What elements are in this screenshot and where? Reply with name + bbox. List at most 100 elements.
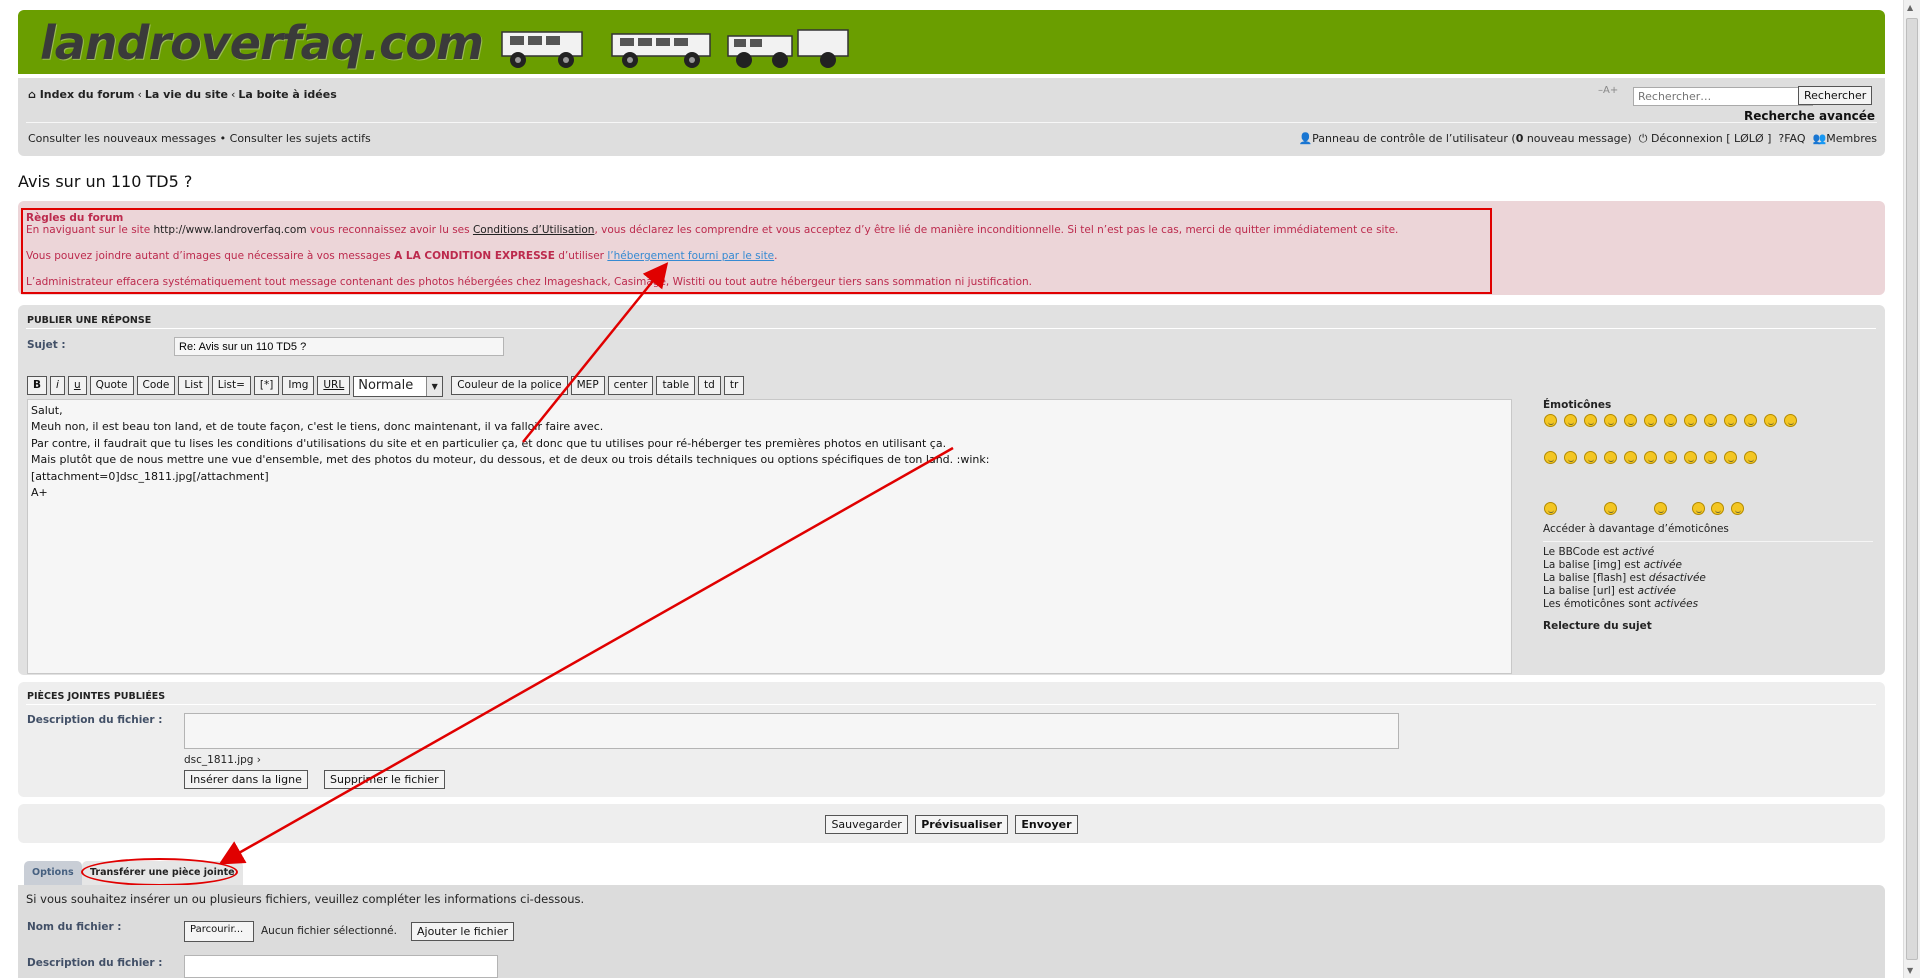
breadcrumb-forum-index[interactable]: Index du forum [40,88,135,101]
center-button[interactable]: center [607,376,654,395]
smiley-icon[interactable] [1724,414,1737,427]
code-button[interactable]: Code [136,376,176,395]
quote-button[interactable]: Quote [89,376,134,395]
smiley-icon[interactable] [1544,502,1557,515]
font-size-change-icon[interactable]: –A+ [1598,85,1618,96]
mep-button[interactable]: MEP [570,376,605,395]
status-value: activé [1622,546,1655,558]
smiley-icon[interactable] [1584,414,1597,427]
new-messages-link[interactable]: Consulter les nouveaux messages [28,132,216,145]
browse-button[interactable]: Parcourir... [184,921,254,942]
breadcrumb-site-life[interactable]: La vie du site [145,88,228,101]
subject-input[interactable] [174,337,504,356]
add-file-button[interactable]: Ajouter le fichier [411,922,514,941]
url-button[interactable]: URL [317,376,351,395]
land-rover-logo-1 [501,31,583,68]
user-control-panel-icon: 👤 [1298,132,1313,145]
img-button[interactable]: Img [282,376,315,395]
smiley-icon[interactable] [1604,414,1617,427]
upload-description-label: Description du fichier : [27,957,163,969]
breadcrumb-separator: ‹ [230,88,236,101]
bold-button[interactable]: B [27,376,48,395]
more-smilies-link[interactable]: Accéder à davantage d’émoticônes [1543,523,1729,535]
home-icon[interactable]: ⌂ [28,88,36,101]
logout-link[interactable]: Déconnexion [ LØLØ ] [1651,132,1771,145]
message-textarea[interactable]: Salut, Meuh non, il est beau ton land, e… [27,399,1512,674]
smiley-icon[interactable] [1744,451,1757,464]
smiley-icon[interactable] [1544,451,1557,464]
breadcrumb-ideas-box[interactable]: La boite à idées [238,88,336,101]
smiley-icon[interactable] [1624,451,1637,464]
advanced-search-link[interactable]: Recherche avancée [1744,109,1875,123]
smiley-icon[interactable] [1731,502,1744,515]
subject-label: Sujet : [27,339,66,351]
file-description-textarea[interactable] [184,713,1399,749]
table-button[interactable]: table [656,376,696,395]
smiley-icon[interactable] [1644,451,1657,464]
font-size-select[interactable]: Normale ▼ [353,376,444,397]
site-logo[interactable]: landroverfaq.com [40,20,484,66]
tab-options[interactable]: Options [24,861,82,885]
smiley-icon[interactable] [1684,414,1697,427]
smiley-icon[interactable] [1711,502,1724,515]
smiley-icon[interactable] [1644,414,1657,427]
navbar-divider [26,122,1877,123]
no-file-selected-text: Aucun fichier sélectionné. [261,925,397,937]
smiley-icon[interactable] [1604,451,1617,464]
tr-button[interactable]: tr [723,376,745,395]
faq-link[interactable]: FAQ [1784,132,1805,145]
save-draft-button[interactable]: Sauvegarder [825,815,908,834]
chevron-down-icon[interactable]: ▼ [426,377,443,396]
smiley-icon[interactable] [1654,502,1667,515]
attachment-file-link[interactable]: dsc_1811.jpg › [184,754,261,766]
upload-description-textarea[interactable] [184,955,498,978]
smiley-icon[interactable] [1684,451,1697,464]
ordered-list-button[interactable]: List= [211,376,251,395]
smiley-icon[interactable] [1784,414,1797,427]
underline-button[interactable]: u [67,376,87,395]
upload-intro-text: Si vous souhaitez insérer un ou plusieur… [26,892,585,906]
status-label: Les émoticônes sont [1543,598,1655,610]
bbcode-status-list: Le BBCode est activé La balise [img] est… [1543,546,1706,611]
search-input[interactable] [1633,87,1813,106]
smiley-icon[interactable] [1744,414,1757,427]
list-item-button[interactable]: [*] [253,376,280,395]
message-line: [attachment=0]dsc_1811.jpg[/attachment] [31,469,269,483]
members-link[interactable]: Membres [1826,132,1877,145]
smiley-icon[interactable] [1704,451,1717,464]
insert-inline-button[interactable]: Insérer dans la ligne [184,770,308,789]
quick-links: Consulter les nouveaux messages • Consul… [28,132,371,145]
smiley-icon[interactable] [1564,451,1577,464]
scroll-up-arrow-icon[interactable]: ▲ [1907,3,1913,12]
smiley-icon[interactable] [1764,414,1777,427]
bbcode-toolbar: Bi u Quote Code List List= [*] Img URL Normale ▼ Co… [27,376,747,397]
smiley-icon[interactable] [1664,451,1677,464]
status-item: La balise [url] est activée [1543,585,1706,598]
active-topics-link[interactable]: Consulter les sujets actifs [230,132,371,145]
smiley-icon[interactable] [1704,414,1717,427]
delete-file-button[interactable]: Supprimer le fichier [324,770,445,789]
page-title[interactable]: Avis sur un 110 TD5 ? [18,172,192,191]
smiley-icon[interactable] [1692,502,1705,515]
scrollbar-thumb[interactable] [1906,18,1918,960]
smiley-icon[interactable] [1664,414,1677,427]
smiley-icon[interactable] [1544,414,1557,427]
smiley-icon[interactable] [1624,414,1637,427]
search-button[interactable]: Rechercher [1798,86,1873,105]
status-value: activée [1643,559,1682,571]
td-button[interactable]: td [698,376,721,395]
user-control-panel-link[interactable]: Panneau de contrôle de l’utilisateur (0 … [1312,132,1632,145]
smiley-icon[interactable] [1584,451,1597,464]
scroll-down-arrow-icon[interactable]: ▼ [1907,966,1913,975]
smiley-icon[interactable] [1604,502,1617,515]
font-color-button[interactable]: Couleur de la police [451,376,568,395]
vertical-scrollbar[interactable]: ▲ ▼ [1903,0,1920,978]
topic-review-link[interactable]: Relecture du sujet [1543,620,1652,632]
list-button[interactable]: List [178,376,209,395]
smiley-icon[interactable] [1564,414,1577,427]
smiley-icon[interactable] [1724,451,1737,464]
preview-button[interactable]: Prévisualiser [915,815,1008,834]
user-links: 👤Panneau de contrôle de l’utilisateur (0… [1298,132,1877,146]
submit-button[interactable]: Envoyer [1015,815,1078,834]
italic-button[interactable]: i [50,376,65,395]
